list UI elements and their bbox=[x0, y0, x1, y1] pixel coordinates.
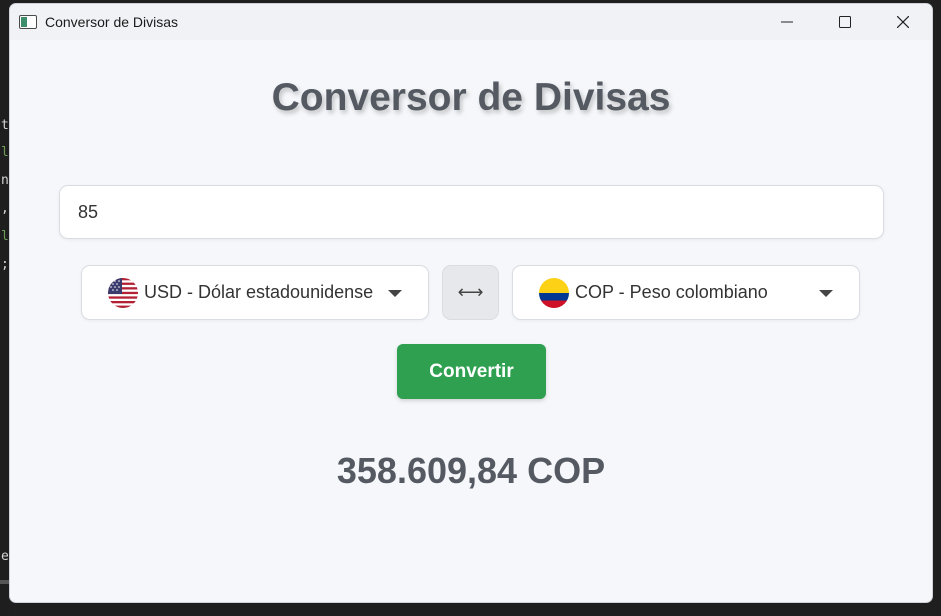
chevron-down-icon bbox=[388, 289, 402, 297]
to-currency-label: COP - Peso colombiano bbox=[575, 282, 768, 302]
app-icon bbox=[19, 15, 37, 29]
maximize-icon bbox=[839, 16, 851, 28]
maximize-button[interactable] bbox=[816, 4, 874, 40]
background-editor: t l n , l ; e bbox=[0, 0, 9, 616]
from-currency-select[interactable]: USD - Dólar estadounidense bbox=[81, 265, 429, 320]
editor-glyph: ; bbox=[1, 257, 9, 272]
from-currency-label: USD - Dólar estadounidense bbox=[144, 282, 374, 302]
swap-currencies-button[interactable]: ⟷ bbox=[442, 265, 499, 320]
amount-input[interactable] bbox=[59, 185, 884, 239]
minimize-button[interactable] bbox=[758, 4, 816, 40]
app-window: Conversor de Divisas Conversor de Divisa… bbox=[9, 3, 933, 603]
window-controls bbox=[758, 4, 932, 40]
window-title: Conversor de Divisas bbox=[45, 14, 179, 30]
close-icon bbox=[897, 16, 909, 28]
co-flag-icon bbox=[539, 277, 569, 308]
editor-glyph: , bbox=[1, 201, 9, 216]
title-bar[interactable]: Conversor de Divisas bbox=[10, 4, 932, 40]
editor-glyph: n bbox=[1, 173, 9, 188]
editor-glyph: l bbox=[1, 145, 9, 160]
convert-button[interactable]: Convertir bbox=[397, 344, 546, 399]
editor-glyph: t bbox=[1, 118, 9, 133]
page-title: Conversor de Divisas bbox=[271, 76, 671, 119]
us-flag-icon bbox=[108, 277, 138, 308]
background-scrollbar bbox=[0, 580, 9, 584]
close-button[interactable] bbox=[874, 4, 932, 40]
editor-glyph: e bbox=[1, 549, 9, 564]
chevron-down-icon bbox=[819, 289, 833, 297]
minimize-icon bbox=[781, 21, 793, 23]
conversion-result: 358.609,84 COP bbox=[336, 450, 606, 491]
editor-glyph: l bbox=[1, 229, 9, 244]
to-currency-select[interactable]: COP - Peso colombiano bbox=[512, 265, 860, 320]
converter-panel: Conversor de Divisas 85 USD - Dólar esta… bbox=[10, 40, 932, 602]
